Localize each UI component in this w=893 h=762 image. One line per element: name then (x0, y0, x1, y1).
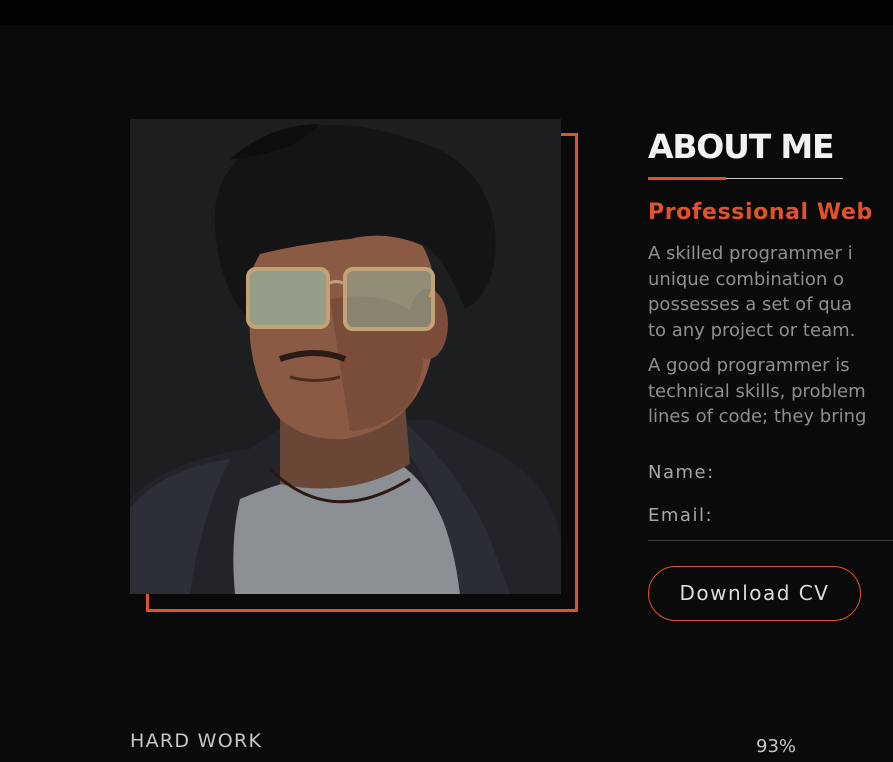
heading-underline-accent (648, 177, 726, 180)
download-cv-button[interactable]: Download CV (648, 565, 861, 621)
about-paragraph-1-line: unique combination o (648, 268, 844, 290)
skill-percent-hard-work: 93% (756, 736, 797, 757)
about-paragraph-1-line: A skilled programmer i (648, 243, 853, 264)
heading-underline (648, 177, 843, 180)
about-heading: ABOUT ME (648, 127, 835, 166)
about-section: ABOUT ME Professional Web A skilled prog… (648, 127, 893, 621)
profession-subtitle: Professional Web (648, 200, 873, 225)
about-paragraph-1-line: to any project or team. (648, 319, 856, 341)
name-label: Name: (648, 461, 715, 483)
profile-photo (130, 119, 561, 594)
info-divider (648, 539, 893, 541)
email-label: Email: (648, 504, 714, 526)
about-paragraph-2-line: technical skills, problem (648, 380, 866, 402)
about-paragraph-1: A skilled programmer i unique combinatio… (648, 241, 893, 343)
about-paragraph-2-line: A good programmer is (648, 355, 850, 376)
about-paragraph-2: A good programmer is technical skills, p… (648, 353, 893, 430)
about-paragraph-2-line: lines of code; they bring (648, 406, 867, 427)
top-bar (0, 0, 893, 25)
about-paragraph-1-line: possesses a set of qua (648, 294, 853, 315)
skill-label-hard-work: HARD WORK (130, 730, 263, 752)
